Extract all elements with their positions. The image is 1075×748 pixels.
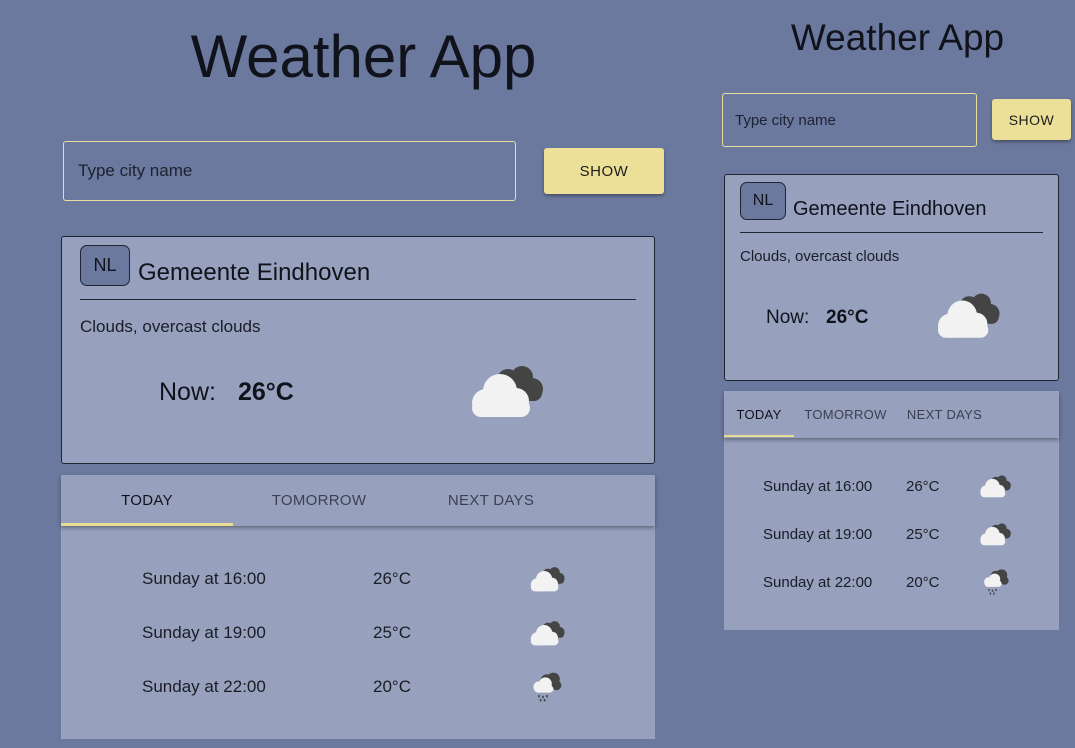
- forecast-row: Sunday at 16:00 26°C: [61, 555, 655, 605]
- weather-app-large: Weather App SHOW NL Gemeente Eindhoven C…: [0, 0, 700, 748]
- overcast-clouds-icon: [977, 522, 1013, 548]
- overcast-clouds-icon: [527, 565, 567, 595]
- country-badge: NL: [80, 245, 130, 286]
- forecast-tabs: TODAY TOMORROW NEXT DAYS: [61, 475, 655, 526]
- forecast-row: Sunday at 16:00 26°C: [724, 469, 1059, 509]
- forecast-row: Sunday at 19:00 25°C: [61, 609, 655, 659]
- forecast-row: Sunday at 19:00 25°C: [724, 517, 1059, 557]
- forecast-time: Sunday at 22:00: [763, 574, 873, 591]
- overcast-clouds-icon: [464, 363, 548, 423]
- forecast-panel: TODAY TOMORROW NEXT DAYS Sunday at 16:00…: [724, 391, 1059, 630]
- weather-description: Clouds, overcast clouds: [80, 317, 261, 336]
- city-search-input[interactable]: [722, 93, 977, 147]
- forecast-temperature: 25°C: [906, 526, 940, 543]
- active-tab-indicator: [724, 435, 794, 437]
- show-button[interactable]: SHOW: [544, 148, 664, 194]
- tab-next-days[interactable]: NEXT DAYS: [897, 391, 992, 439]
- forecast-temperature: 20°C: [373, 677, 411, 696]
- forecast-tabs: TODAY TOMORROW NEXT DAYS: [724, 391, 1059, 438]
- current-weather-card: NL Gemeente Eindhoven Clouds, overcast c…: [724, 174, 1059, 381]
- light-rain-icon: [531, 671, 563, 703]
- city-name: Gemeente Eindhoven: [793, 198, 987, 220]
- current-temperature: 26°C: [238, 378, 294, 406]
- app-title: Weather App: [190, 23, 537, 90]
- forecast-temperature: 26°C: [906, 478, 940, 495]
- current-weather-card: NL Gemeente Eindhoven Clouds, overcast c…: [61, 236, 655, 464]
- active-tab-indicator: [61, 523, 233, 526]
- forecast-time: Sunday at 16:00: [763, 478, 873, 495]
- tab-today[interactable]: TODAY: [724, 391, 794, 439]
- forecast-temperature: 20°C: [906, 574, 940, 591]
- show-button[interactable]: SHOW: [992, 99, 1071, 140]
- current-temperature: 26°C: [826, 307, 869, 328]
- now-label: Now:: [159, 378, 216, 406]
- tab-tomorrow[interactable]: TOMORROW: [233, 475, 405, 527]
- tab-today[interactable]: TODAY: [61, 475, 233, 527]
- light-rain-icon: [982, 568, 1010, 596]
- forecast-time: Sunday at 19:00: [142, 623, 266, 642]
- overcast-clouds-icon: [977, 474, 1013, 500]
- tab-next-days[interactable]: NEXT DAYS: [405, 475, 577, 527]
- forecast-time: Sunday at 19:00: [763, 526, 873, 543]
- forecast-time: Sunday at 22:00: [142, 677, 266, 696]
- app-title: Weather App: [790, 17, 1005, 58]
- forecast-time: Sunday at 16:00: [142, 569, 266, 588]
- overcast-clouds-icon: [931, 291, 1004, 343]
- now-label: Now:: [766, 307, 810, 328]
- forecast-temperature: 25°C: [373, 623, 411, 642]
- city-search-input[interactable]: [63, 141, 516, 201]
- city-name: Gemeente Eindhoven: [138, 259, 371, 286]
- tab-tomorrow[interactable]: TOMORROW: [794, 391, 897, 439]
- card-divider: [80, 299, 636, 300]
- overcast-clouds-icon: [527, 619, 567, 649]
- weather-app-small: Weather App SHOW NL Gemeente Eindhoven C…: [720, 0, 1075, 748]
- forecast-row: Sunday at 22:00 20°C: [724, 565, 1059, 605]
- forecast-panel: TODAY TOMORROW NEXT DAYS Sunday at 16:00…: [61, 475, 655, 739]
- weather-description: Clouds, overcast clouds: [740, 248, 900, 265]
- country-badge: NL: [740, 182, 786, 220]
- forecast-row: Sunday at 22:00 20°C: [61, 663, 655, 713]
- card-divider: [740, 232, 1043, 233]
- forecast-temperature: 26°C: [373, 569, 411, 588]
